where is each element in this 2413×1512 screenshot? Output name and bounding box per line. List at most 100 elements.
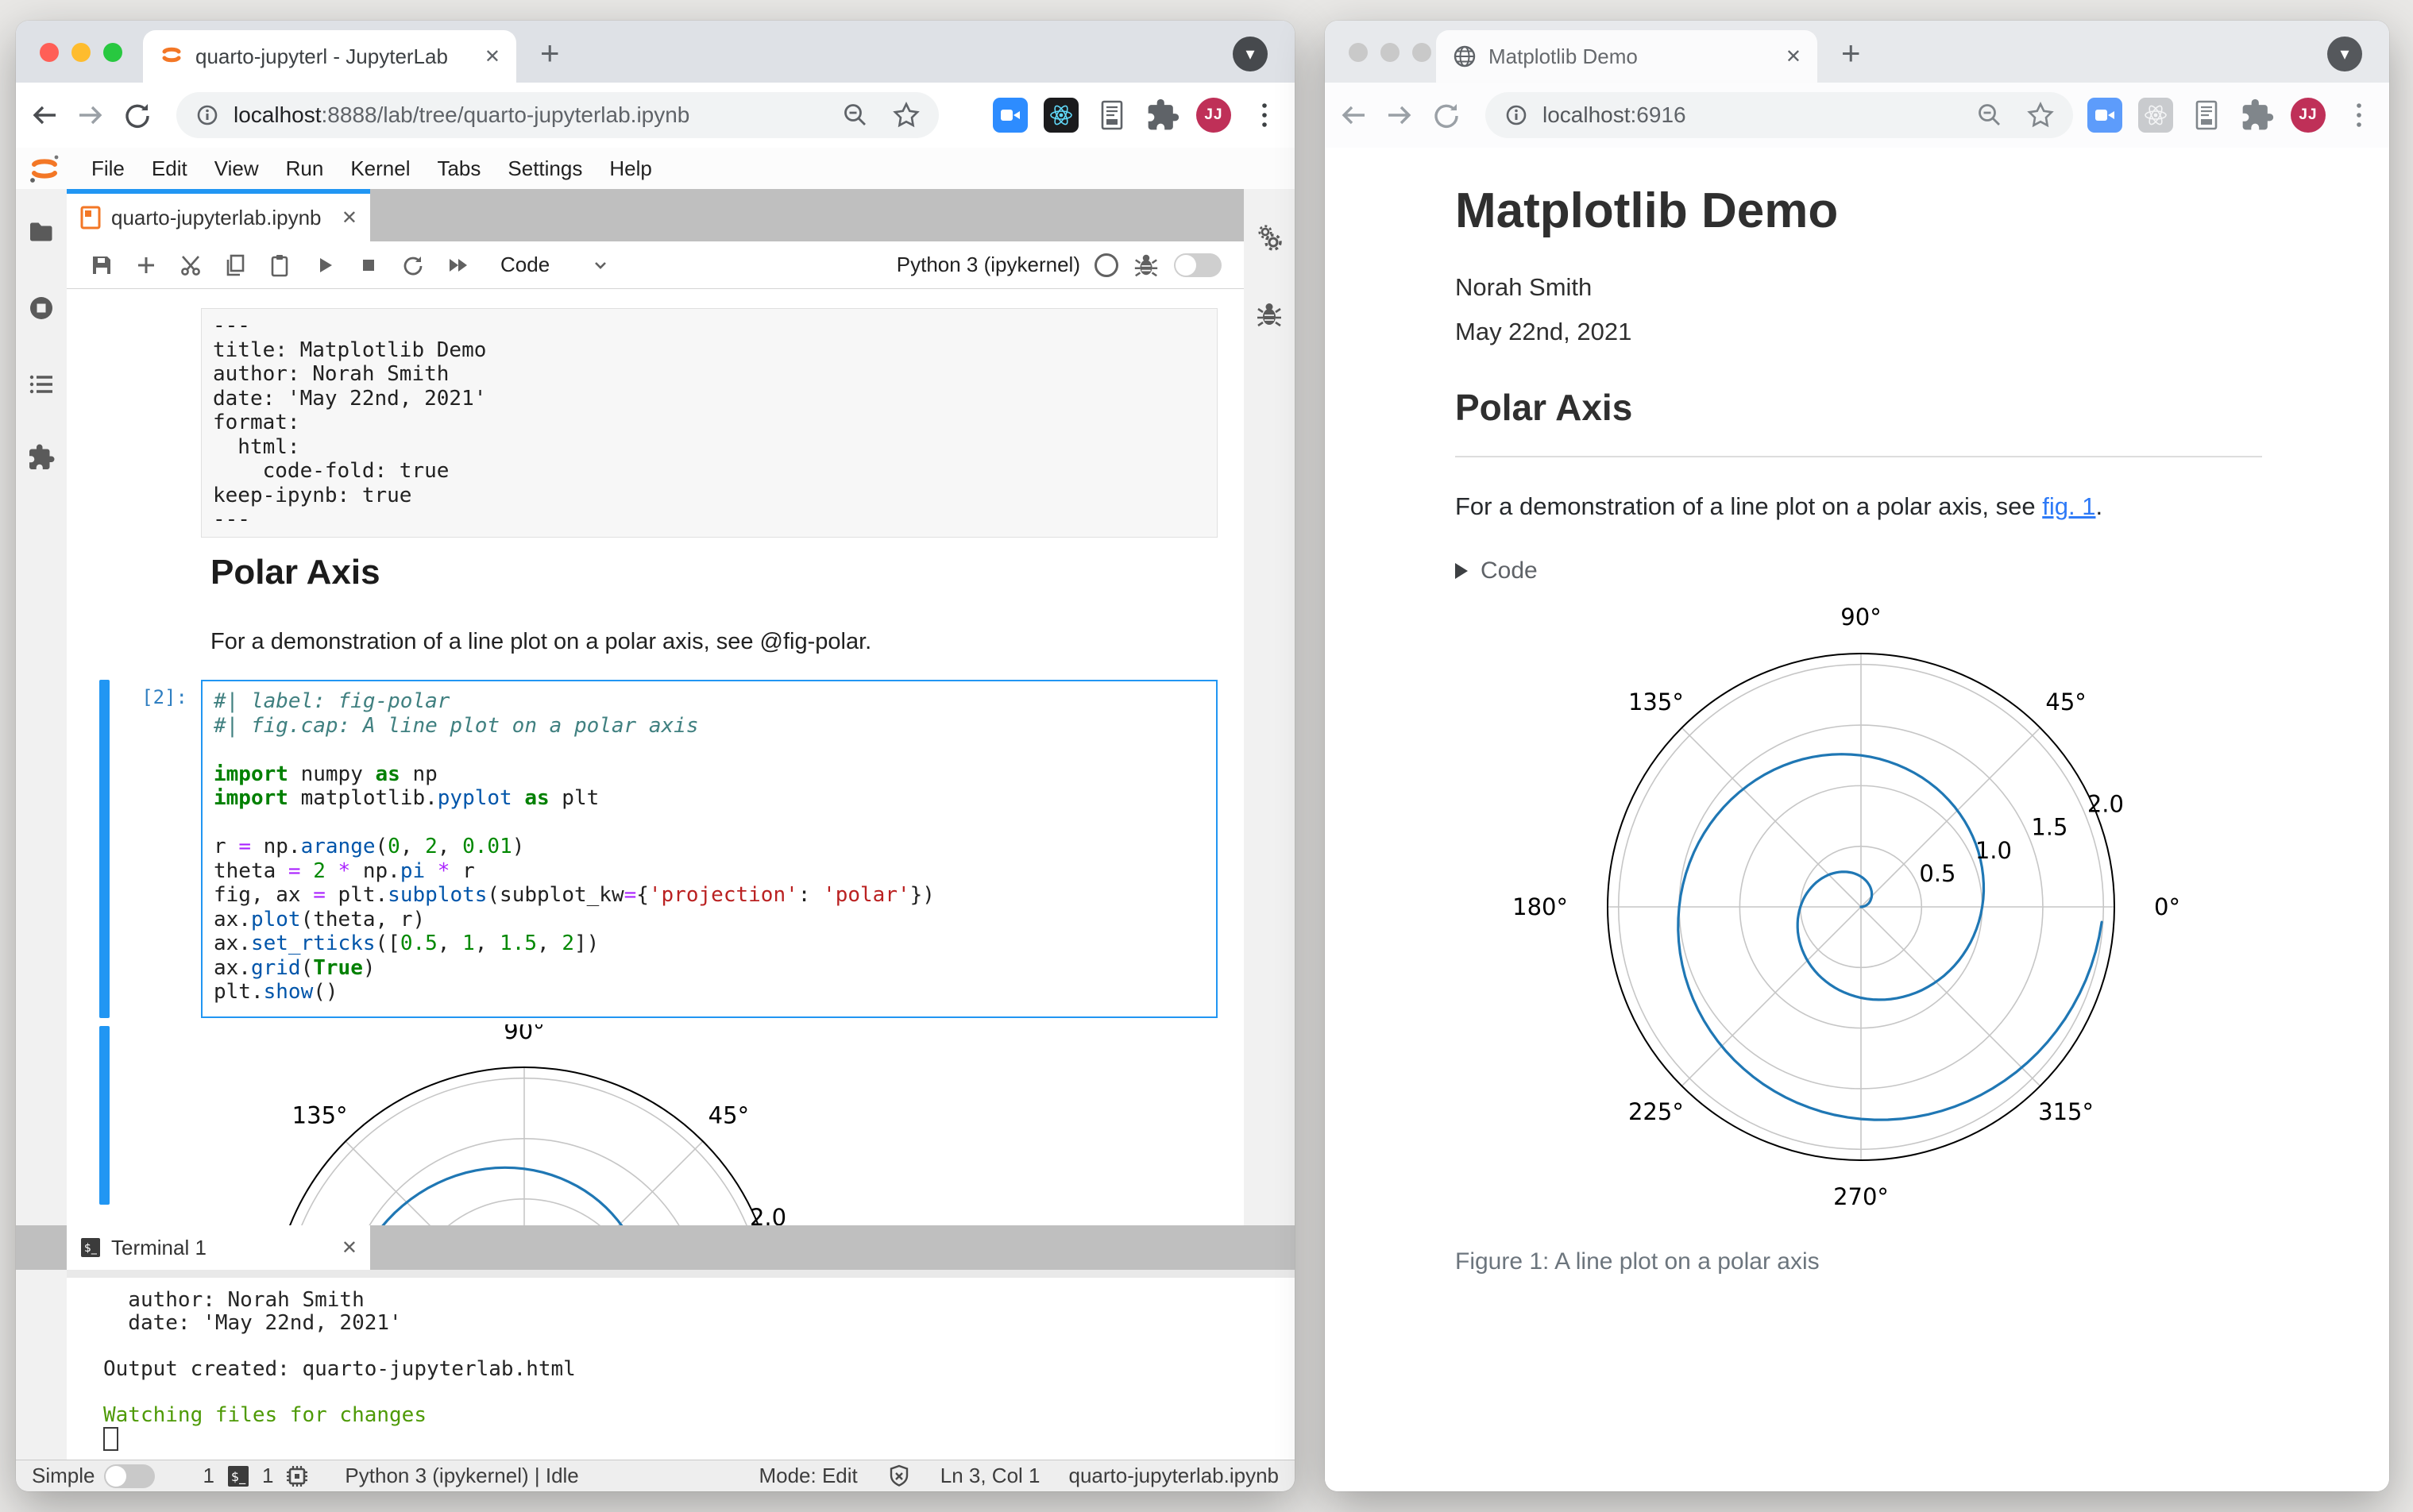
restart-kernel-icon[interactable] [400,253,426,278]
save-icon[interactable] [89,253,114,278]
trust-shield-icon[interactable] [886,1464,912,1489]
close-tab-icon[interactable]: ✕ [1786,45,1801,68]
forward-icon[interactable] [73,98,108,133]
svg-text:225°: 225° [1628,1098,1684,1125]
close-notebook-tab-icon[interactable]: ✕ [342,206,357,230]
code-fold-disclosure[interactable]: Code [1455,557,1538,584]
docs-extension-icon[interactable] [1095,98,1129,133]
running-sessions-icon[interactable] [27,294,56,322]
bookmark-star-icon[interactable] [2025,100,2056,130]
cut-cells-icon[interactable] [178,253,203,278]
address-bar[interactable]: localhost:8888/lab/tree/quarto-jupyterla… [176,92,939,138]
extensions-puzzle-icon[interactable] [1145,98,1180,133]
file-browser-icon[interactable] [27,218,56,246]
code-line-1: #| fig.cap: A line plot on a polar axis [214,713,699,738]
browser-menu-icon[interactable] [1247,98,1282,133]
code-cell[interactable]: #| label: fig-polar #| fig.cap: A line pl… [201,680,1218,1018]
zoom-level-icon[interactable] [840,100,871,130]
svg-text:1.0: 1.0 [1975,837,2012,864]
react-devtools-icon[interactable] [1044,98,1079,133]
terminals-status-icon[interactable]: $_ [226,1464,251,1489]
zoom-app-icon[interactable] [2087,98,2122,133]
tab-search-button[interactable]: ▾ [2327,37,2362,71]
profile-avatar[interactable]: JJ [2291,98,2326,133]
figure-container: 0° 45° 90° 135° 180° 225° 270° 315° 0.5 1.0 1.5 2.0 [1325,589,2389,1225]
tab-search-button[interactable]: ▾ [1233,37,1268,71]
close-tab-icon[interactable]: ✕ [485,45,500,68]
simple-mode-toggle[interactable] [104,1464,156,1488]
add-cell-icon[interactable] [133,253,159,278]
notebook-tab[interactable]: quarto-jupyterlab.ipynb ✕ [67,189,370,241]
debugger-toggle[interactable] [1174,253,1222,277]
quarto-page: Matplotlib Demo Norah Smith May 22nd, 20… [1325,148,2389,1491]
cell-input-collapser[interactable] [99,680,110,1018]
browser-tab[interactable]: quarto-jupyterl - JupyterLab ✕ [143,30,516,83]
menu-kernel[interactable]: Kernel [337,156,423,181]
minimize-window-button[interactable] [71,43,91,62]
back-icon[interactable] [27,98,62,133]
cursor-position[interactable]: Ln 3, Col 1 [940,1464,1040,1488]
zoom-app-icon[interactable] [993,98,1028,133]
site-info-icon[interactable] [1503,102,1530,129]
notebook-mode[interactable]: Mode: Edit [759,1464,857,1488]
menu-view[interactable]: View [201,156,272,181]
cell-type-select[interactable]: Code [500,253,550,277]
run-cell-icon[interactable] [311,253,337,278]
zoom-level-icon[interactable] [1975,100,2005,130]
zoom-window-button[interactable] [103,43,122,62]
cell-output-collapser[interactable] [99,1026,110,1205]
docs-extension-icon[interactable] [2189,98,2224,133]
debugger-toggle-bug-icon[interactable] [1133,252,1160,279]
extensions-puzzle-icon[interactable] [2240,98,2275,133]
new-tab-button[interactable]: + [1841,35,1861,71]
run-all-cells-icon[interactable] [445,253,470,278]
jupyterlab-menubar: File Edit View Run Kernel Tabs Settings … [16,148,1295,190]
interrupt-kernel-icon[interactable] [356,253,381,278]
bookmark-star-icon[interactable] [891,100,921,130]
kernel-name[interactable]: Python 3 (ipykernel) [897,253,1080,277]
browser-menu-icon[interactable] [2342,98,2376,133]
back-icon[interactable] [1336,98,1371,133]
site-info-icon[interactable] [194,102,221,129]
code-line-7: theta = 2 * np.pi * r [214,858,475,883]
terminal-tab[interactable]: $_ Terminal 1 ✕ [67,1225,370,1270]
page-date: May 22nd, 2021 [1455,318,1632,345]
kernel-status-icon [1095,253,1118,277]
cell-type-chevron-down-icon[interactable] [589,254,612,276]
close-window-button[interactable] [40,43,59,62]
code-line-12: plt.show() [214,980,338,1004]
menu-file[interactable]: File [78,156,138,181]
menu-help[interactable]: Help [596,156,665,181]
zoom-window-button[interactable] [1412,43,1431,62]
profile-avatar[interactable]: JJ [1196,98,1231,133]
kernels-chip-icon[interactable] [284,1464,310,1489]
minimize-window-button[interactable] [1380,43,1400,62]
browser-tab[interactable]: Matplotlib Demo ✕ [1436,30,1817,83]
menu-tabs[interactable]: Tabs [423,156,494,181]
close-window-button[interactable] [1349,43,1368,62]
menu-settings[interactable]: Settings [494,156,596,181]
new-tab-button[interactable]: + [540,35,560,71]
terminal-output[interactable]: author: Norah Smith date: 'May 22nd, 202… [67,1278,1295,1460]
debugger-bug-icon[interactable] [1255,300,1284,329]
kernel-count: 1 [261,1464,274,1487]
terminal-line-5: Watching files for changes [103,1403,427,1427]
property-inspector-gears-icon[interactable] [1255,224,1284,253]
svg-text:315°: 315° [2038,1098,2094,1125]
reload-icon[interactable] [1428,98,1463,133]
raw-frontmatter-cell[interactable]: --- title: Matplotlib Demo author: Norah S… [201,308,1218,538]
menu-edit[interactable]: Edit [138,156,201,181]
svg-text:$_: $_ [84,1242,98,1255]
forward-icon[interactable] [1382,98,1417,133]
figure-link[interactable]: fig. 1 [2042,492,2095,520]
table-of-contents-icon[interactable] [27,370,56,399]
paste-cells-icon[interactable] [267,253,292,278]
address-bar[interactable]: localhost:6916 [1485,92,2073,138]
reload-icon[interactable] [119,98,154,133]
menu-run[interactable]: Run [272,156,338,181]
react-devtools-icon[interactable] [2138,98,2173,133]
extension-manager-icon[interactable] [27,443,56,472]
close-terminal-tab-icon[interactable]: ✕ [342,1236,357,1259]
kernel-status-text[interactable]: Python 3 (ipykernel) | Idle [345,1464,578,1488]
copy-cells-icon[interactable] [222,253,248,278]
